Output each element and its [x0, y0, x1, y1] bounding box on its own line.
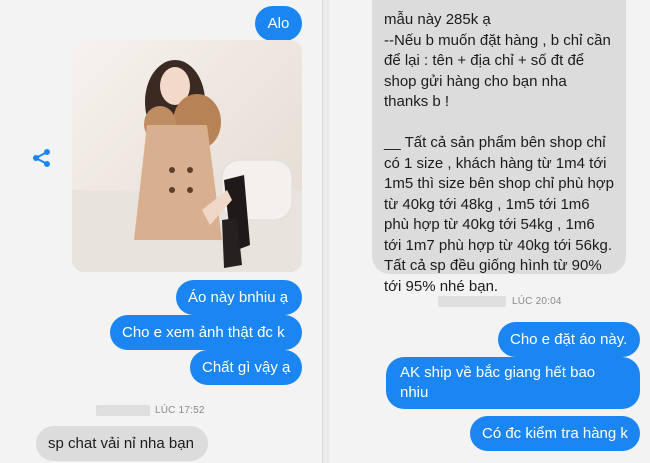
redacted-date — [96, 405, 150, 416]
left-chat-panel: Alo Áo này bnhiu ạ Cho e xem ảnh thật đc… — [0, 0, 323, 463]
message-bubble-material-answer[interactable]: sp chat vải nỉ nha bạn — [36, 426, 208, 461]
message-bubble-alo[interactable]: Alo — [255, 6, 302, 41]
message-bubble-order[interactable]: Cho e đặt áo này. — [498, 322, 640, 357]
message-bubble-shop-info[interactable]: mẫu này 285k ạ --Nếu b muốn đặt hàng , b… — [372, 0, 626, 295]
message-bubble-shipping-question[interactable]: AK ship về bắc giang hết bao nhiu — [386, 357, 640, 409]
timestamp-left: LÚC 17:52 — [155, 405, 205, 416]
right-chat-panel: mẫu này 285k ạ --Nếu b muốn đặt hàng , b… — [330, 0, 650, 463]
message-bubble-price-question[interactable]: Áo này bnhiu ạ — [176, 280, 302, 315]
product-photo[interactable] — [72, 40, 302, 272]
redacted-date — [438, 296, 506, 307]
message-bubble-real-photo-request[interactable]: Cho e xem ảnh thật đc k — [110, 315, 302, 350]
message-bubble-material-question[interactable]: Chất gì vậy ạ — [190, 350, 302, 385]
message-bubble-inspect-question[interactable]: Có đc kiểm tra hàng k — [470, 416, 640, 451]
timestamp-right: LÚC 20:04 — [512, 296, 562, 307]
share-icon[interactable] — [32, 148, 52, 168]
